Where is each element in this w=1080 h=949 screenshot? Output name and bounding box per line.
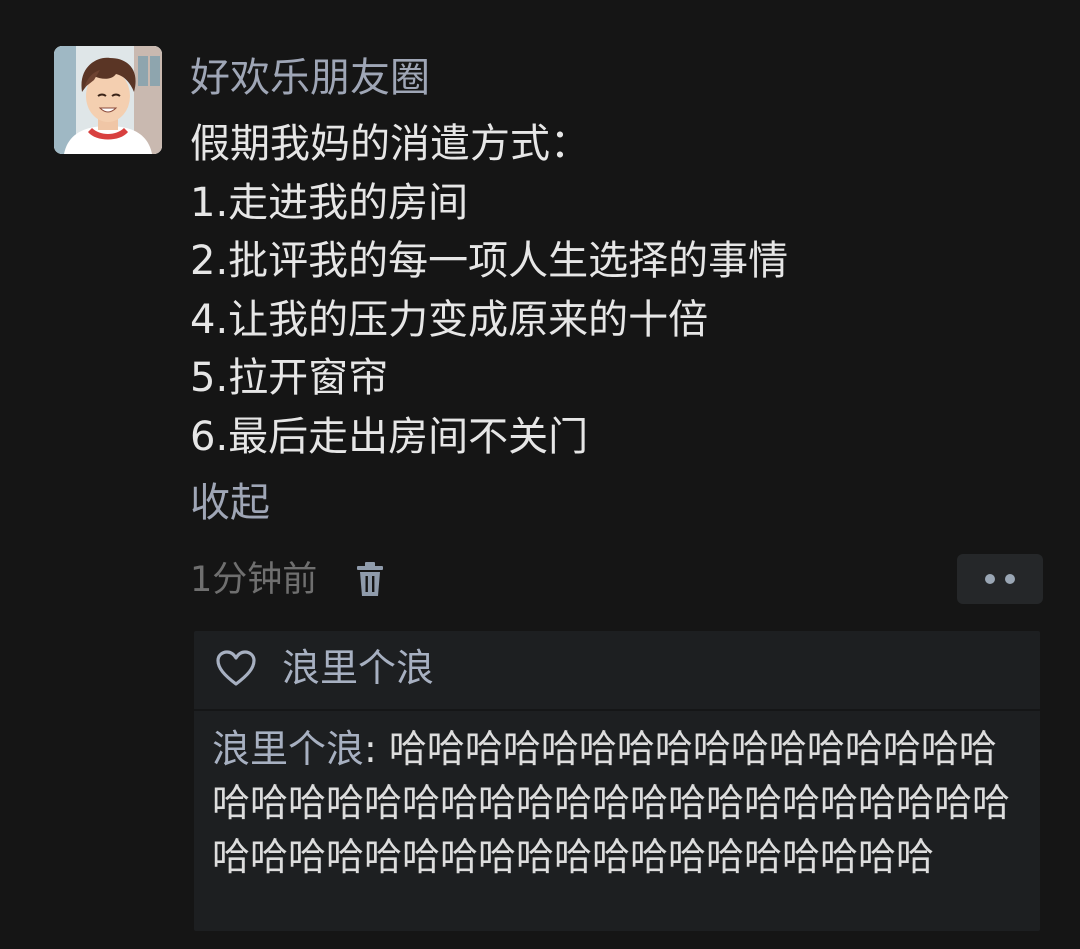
post-content-line: 假期我妈的消遣方式：: [190, 121, 590, 167]
post-content-line: 4.让我的压力变成原来的十倍: [190, 296, 709, 343]
post-content-line: 5.拉开窗帘: [190, 355, 389, 401]
comment-separator: :: [364, 727, 389, 771]
post-content: 假期我妈的消遣方式： 1.走进我的房间 2.批评我的每一项人生选择的事情 4.让…: [190, 115, 1050, 466]
comment-author[interactable]: 浪里个浪: [212, 727, 364, 771]
delete-button[interactable]: [350, 560, 390, 600]
avatar[interactable]: [54, 46, 162, 154]
trash-icon: [357, 562, 383, 596]
likes-row: 浪里个浪: [194, 631, 1040, 707]
likes-comments-panel: 浪里个浪 浪里个浪: 哈哈哈哈哈哈哈哈哈哈哈哈哈哈哈哈哈哈哈哈哈哈哈哈哈哈哈哈哈…: [194, 631, 1040, 931]
liker-name[interactable]: 浪里个浪: [282, 641, 434, 695]
comment-item[interactable]: 浪里个浪: 哈哈哈哈哈哈哈哈哈哈哈哈哈哈哈哈哈哈哈哈哈哈哈哈哈哈哈哈哈哈哈哈哈哈…: [212, 722, 1032, 884]
collapse-link[interactable]: 收起: [190, 475, 270, 531]
post-content-line: 2.批评我的每一项人生选择的事情: [190, 238, 789, 284]
divider: [194, 709, 1040, 711]
post-author-name[interactable]: 好欢乐朋友圈: [190, 50, 430, 106]
moments-post: 好欢乐朋友圈 假期我妈的消遣方式： 1.走进我的房间 2.批评我的每一项人生选择…: [0, 0, 1080, 949]
post-content-line: 6.最后走出房间不关门: [190, 413, 589, 460]
heart-outline-icon: [216, 650, 256, 686]
more-dots-icon: [985, 574, 995, 584]
more-dots-icon: [1005, 574, 1015, 584]
post-content-line: 1.走进我的房间: [190, 179, 469, 226]
more-button[interactable]: [957, 554, 1043, 604]
post-timestamp: 1分钟前: [190, 560, 318, 600]
avatar-image: [54, 46, 162, 154]
